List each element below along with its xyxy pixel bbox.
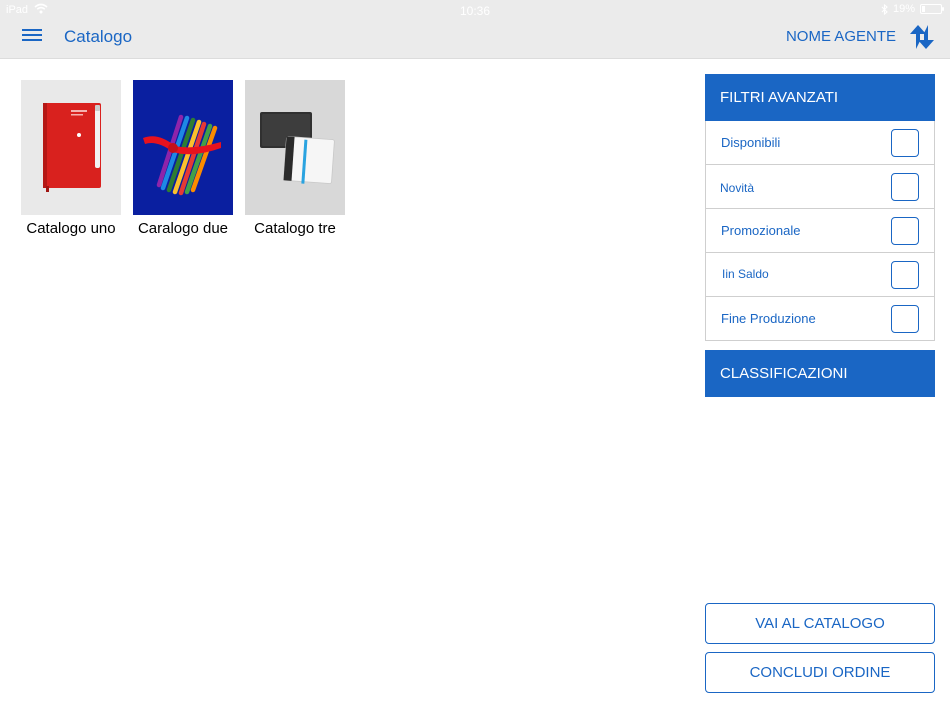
catalog-card-uno[interactable]: Catalogo uno xyxy=(21,80,121,237)
black-notebooks-thumbnail xyxy=(245,80,345,215)
page-title: Catalogo xyxy=(64,27,133,46)
top-bar: iPad 10:36 19% Catalogo NOME AGENTE xyxy=(0,0,950,59)
catalog-label: Catalogo tre xyxy=(254,220,336,237)
catalog-grid: Catalogo uno Caralogo due Catalogo tre xyxy=(21,80,345,237)
filters-header[interactable]: FILTRI AVANZATI xyxy=(705,74,935,121)
status-right: 19% xyxy=(881,3,944,15)
status-time: 10:36 xyxy=(459,4,491,18)
hamburger-line xyxy=(22,34,42,36)
filter-row-novita[interactable]: Novità xyxy=(706,165,934,209)
sync-button[interactable] xyxy=(906,23,938,51)
filter-checkbox-novita[interactable] xyxy=(891,173,919,201)
filter-checkbox-fine-produzione[interactable] xyxy=(891,305,919,333)
filter-row-fine-produzione[interactable]: Fine Produzione xyxy=(706,297,934,341)
menu-button[interactable] xyxy=(22,27,46,45)
filter-checkbox-disponibili[interactable] xyxy=(891,129,919,157)
classifications-header[interactable]: CLASSIFICAZIONI xyxy=(705,350,935,397)
bluetooth-icon xyxy=(881,3,888,15)
filter-checkbox-promozionale[interactable] xyxy=(891,217,919,245)
agent-name: NOME AGENTE xyxy=(785,28,896,45)
battery-percent: 19% xyxy=(892,3,915,15)
sync-arrows-icon xyxy=(910,25,934,49)
catalog-card-tre[interactable]: Catalogo tre xyxy=(245,80,345,237)
filter-list: Disponibili Novità Promozionale Iin Sald… xyxy=(705,121,935,341)
colored-pencils-thumbnail xyxy=(133,80,233,215)
battery-icon xyxy=(920,4,944,14)
status-bar: iPad 10:36 19% xyxy=(0,0,950,20)
filter-label: Promozionale xyxy=(721,223,801,238)
battery-fill xyxy=(922,6,925,12)
filter-label: Iin Saldo xyxy=(722,267,769,281)
filter-label: Disponibili xyxy=(721,135,781,150)
goto-catalog-button[interactable]: VAI AL CATALOGO xyxy=(705,603,935,644)
hamburger-line xyxy=(22,39,42,41)
filter-checkbox-in-saldo[interactable] xyxy=(891,261,919,289)
filter-label: Fine Produzione xyxy=(721,311,816,326)
hamburger-menu-icon xyxy=(22,29,42,31)
filter-row-promozionale[interactable]: Promozionale xyxy=(706,209,934,253)
catalog-label: Catalogo uno xyxy=(26,220,116,237)
conclude-order-button[interactable]: CONCLUDI ORDINE xyxy=(705,652,935,693)
catalog-label: Caralogo due xyxy=(137,220,229,237)
filter-label: Novità xyxy=(720,181,755,195)
catalog-card-due[interactable]: Caralogo due xyxy=(133,80,233,237)
red-notebook-thumbnail xyxy=(21,80,121,215)
filter-row-disponibili[interactable]: Disponibili xyxy=(706,121,934,165)
filter-row-in-saldo[interactable]: Iin Saldo xyxy=(706,253,934,297)
filters-panel: FILTRI AVANZATI Disponibili Novità Promo… xyxy=(705,74,935,397)
